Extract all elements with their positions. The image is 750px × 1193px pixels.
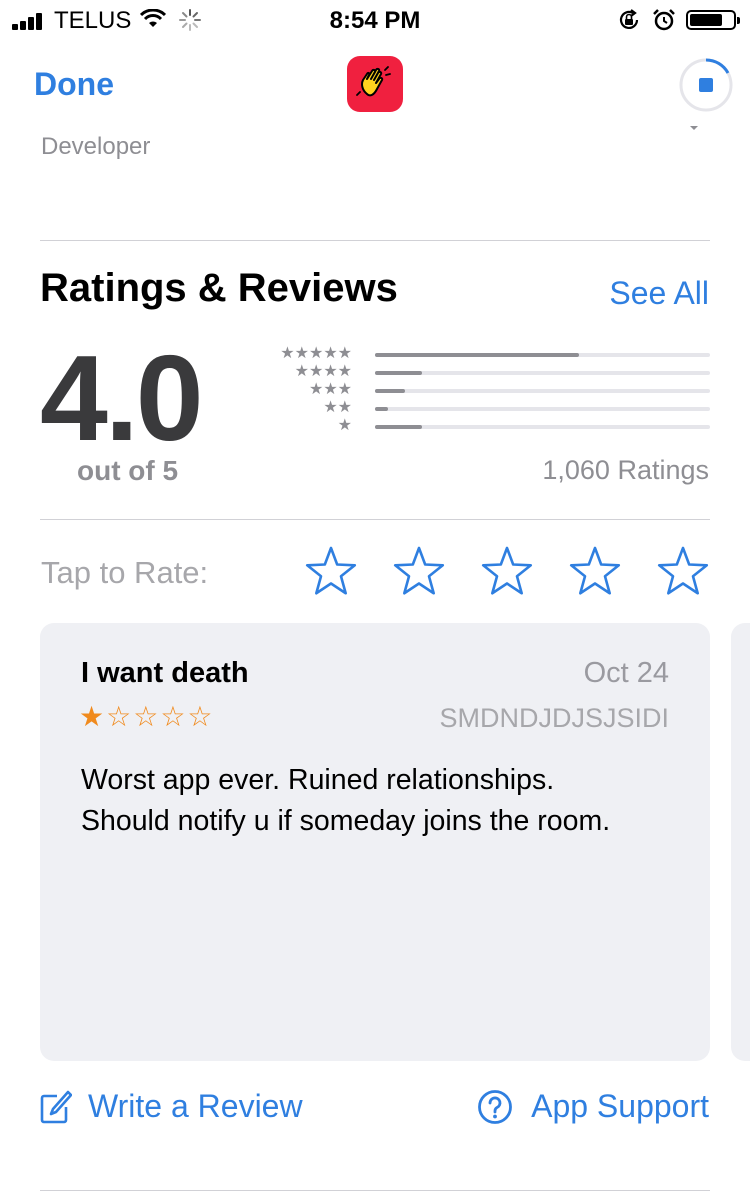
star-count-icon: ★ — [337, 417, 352, 434]
alarm-icon — [653, 9, 675, 31]
chevron-down-icon — [690, 126, 698, 130]
review-author: SMDNDJDJSJSIDI — [439, 703, 669, 733]
status-bar: TELUS 8:54 PM — [0, 0, 750, 40]
rate-star-icon[interactable] — [656, 545, 710, 599]
star-count-icon: ★★★★ — [294, 363, 352, 380]
filled-star-icon: ★ — [79, 701, 107, 732]
review-body-line: Should notify u if someday joins the roo… — [81, 805, 611, 837]
next-review-card[interactable] — [731, 623, 750, 1061]
divider — [40, 1190, 710, 1191]
rating-bar-track — [375, 425, 710, 429]
rating-bar-fill — [375, 353, 580, 357]
rating-bar-track — [375, 371, 710, 375]
rate-star-icon[interactable] — [304, 545, 358, 599]
see-all-link[interactable]: See All — [609, 275, 709, 312]
rate-star-icon[interactable] — [568, 545, 622, 599]
waving-hand-icon — [347, 56, 403, 112]
average-rating: 4.0 — [40, 330, 204, 466]
write-review-label: Write a Review — [88, 1088, 303, 1124]
rate-star-icon[interactable] — [480, 545, 534, 599]
compose-icon — [40, 1090, 72, 1123]
review-star-rating: ★☆☆☆☆ — [79, 700, 215, 733]
star-count-icon: ★★ — [323, 399, 352, 416]
rating-bar-fill — [375, 371, 422, 375]
app-support-button[interactable]: App Support — [477, 1088, 709, 1125]
ratings-section-title: Ratings & Reviews — [40, 266, 398, 310]
battery-icon — [686, 10, 740, 30]
rating-bar-fill — [375, 389, 406, 393]
write-review-button[interactable]: Write a Review — [40, 1088, 303, 1125]
stop-download-icon[interactable] — [678, 57, 734, 113]
rating-count: 1,060 Ratings — [542, 455, 709, 485]
rating-distribution-row: ★ — [255, 417, 710, 435]
divider — [40, 240, 710, 241]
out-of-label: out of 5 — [77, 455, 179, 486]
rating-bar-track — [375, 353, 710, 357]
review-title: I want death — [81, 657, 249, 689]
review-date: Oct 24 — [583, 657, 669, 689]
rating-distribution-row: ★★ — [255, 399, 710, 417]
tap-to-rate-label: Tap to Rate: — [41, 555, 209, 590]
review-body-line: Worst app ever. Ruined relationships. — [81, 764, 555, 796]
rate-star-icon[interactable] — [392, 545, 446, 599]
question-circle-icon — [478, 1089, 512, 1124]
rating-bar-track — [375, 407, 710, 411]
empty-star-icon: ☆☆☆☆ — [106, 701, 215, 732]
divider — [40, 519, 710, 520]
done-button[interactable]: Done — [34, 66, 114, 103]
star-count-icon: ★★★★★ — [280, 345, 352, 362]
rotation-lock-icon — [619, 9, 639, 29]
app-support-label: App Support — [531, 1088, 709, 1124]
rating-bar-fill — [375, 425, 422, 429]
rating-bar-fill — [375, 407, 389, 411]
review-body: Worst app ever. Ruined relationships. Sh… — [81, 760, 681, 842]
developer-label: Developer — [41, 133, 151, 160]
rating-bar-track — [375, 389, 710, 393]
star-count-icon: ★★★ — [308, 381, 352, 398]
